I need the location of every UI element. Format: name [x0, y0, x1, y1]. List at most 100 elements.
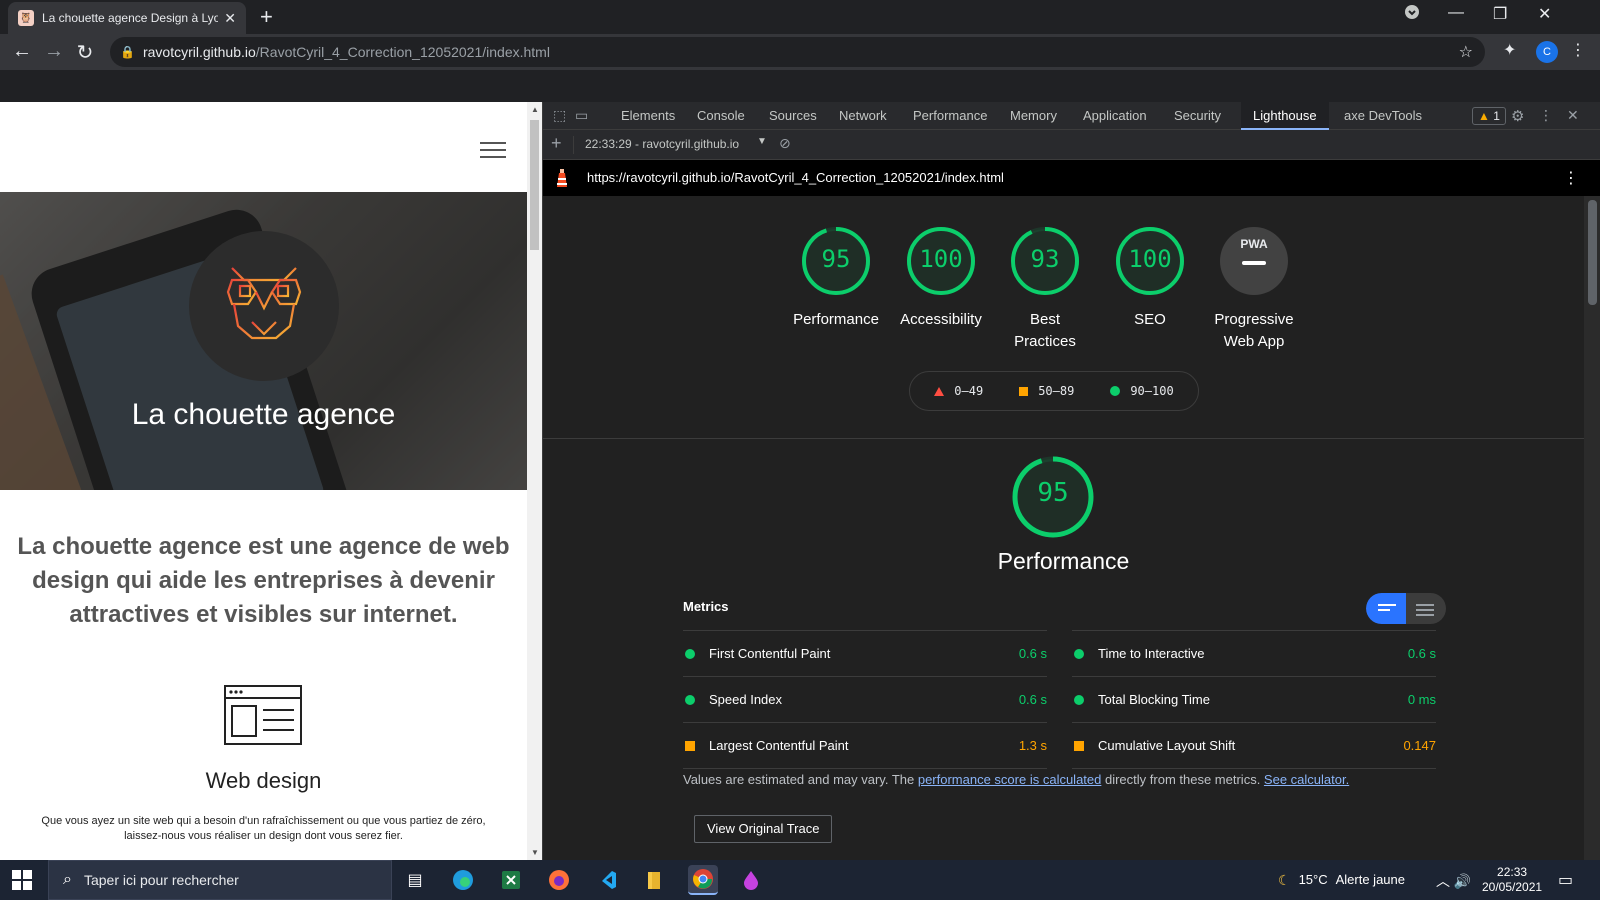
- minimize-button[interactable]: —: [1448, 4, 1464, 22]
- restore-button[interactable]: ❐: [1493, 4, 1507, 24]
- average-square-icon: [1019, 386, 1029, 396]
- metric-name: Largest Contentful Paint: [709, 738, 849, 753]
- metrics-view-toggle[interactable]: [1366, 593, 1446, 624]
- tab-close-icon[interactable]: ✕: [224, 10, 236, 27]
- chevron-down-icon[interactable]: ▼: [757, 136, 767, 147]
- metrics-column-right: Time to Interactive 0.6 s Total Blocking T…: [1072, 630, 1436, 769]
- excel-icon[interactable]: [496, 865, 526, 895]
- devtools-tab-application[interactable]: Application: [1071, 102, 1159, 130]
- metric-name: Time to Interactive: [1098, 646, 1205, 661]
- vscode-icon[interactable]: [592, 865, 622, 895]
- back-arrow-icon[interactable]: ←: [10, 40, 34, 63]
- report-url[interactable]: https://ravotcyril.github.io/RavotCyril_…: [587, 170, 1004, 185]
- report-menu-icon[interactable]: ⋮: [1563, 168, 1579, 188]
- clock-time: 22:33: [1497, 865, 1528, 879]
- report-selector[interactable]: 22:33:29 - ravotcyril.github.io: [585, 137, 739, 151]
- view-original-trace-button[interactable]: View Original Trace: [694, 815, 833, 843]
- new-tab-button[interactable]: +: [260, 4, 273, 30]
- profile-avatar[interactable]: C: [1536, 41, 1558, 63]
- tray-icons[interactable]: ︿ 🔊: [1436, 871, 1471, 891]
- url-path: /RavotCyril_4_Correction_12052021/index.…: [255, 44, 550, 60]
- score-label: SEO: [1134, 311, 1166, 328]
- settings-gear-icon[interactable]: ⚙: [1511, 107, 1524, 125]
- edge-icon[interactable]: [448, 865, 478, 895]
- firefox-icon[interactable]: [544, 865, 574, 895]
- report-scrollbar[interactable]: [1584, 196, 1600, 860]
- devtools-tab-sources[interactable]: Sources: [757, 102, 829, 130]
- devtools-tab-lighthouse[interactable]: Lighthouse: [1241, 102, 1329, 130]
- hero-title: La chouette agence: [131, 398, 396, 431]
- forward-arrow-icon[interactable]: →: [42, 40, 66, 63]
- score-gauge-progressive-web-app[interactable]: PWA Progressive Web App: [1199, 225, 1309, 353]
- new-report-icon[interactable]: +: [551, 133, 562, 154]
- tab-search-icon[interactable]: [1404, 4, 1420, 25]
- devtools-tab-axe-devtools[interactable]: axe DevTools: [1332, 102, 1434, 130]
- expanded-view-icon[interactable]: [1416, 604, 1434, 619]
- metric-row: Time to Interactive 0.6 s: [1072, 630, 1436, 676]
- weather-widget[interactable]: ☾ 15°C Alerte jaune: [1278, 872, 1405, 889]
- system-clock[interactable]: 22:33 20/05/2021: [1482, 865, 1542, 895]
- warnings-badge[interactable]: ▲ 1: [1472, 107, 1506, 125]
- lighthouse-report: 95 Performance 100 Accessibility 93 Best Prac…: [543, 196, 1584, 860]
- extensions-puzzle-icon[interactable]: ✦: [1503, 40, 1516, 60]
- score-gauge-performance[interactable]: 95 Performance: [781, 225, 891, 331]
- score-value: PWA: [1240, 237, 1268, 251]
- chrome-menu-icon[interactable]: ⋮: [1570, 40, 1586, 60]
- pass-circle-icon: [685, 695, 695, 705]
- page-scroll-thumb[interactable]: [530, 120, 539, 250]
- browser-toolbar: ← → ↻ 🔒 ravotcyril.github.io/RavotCyril_…: [0, 34, 1600, 70]
- inspect-element-icon[interactable]: ⬚: [553, 107, 566, 124]
- url-host: ravotcyril.github.io: [142, 44, 256, 60]
- score-gauge-accessibility[interactable]: 100 Accessibility: [886, 225, 996, 331]
- pass-circle-icon: [1074, 649, 1084, 659]
- metric-name: Total Blocking Time: [1098, 692, 1210, 707]
- devtools-tab-elements[interactable]: Elements: [609, 102, 687, 130]
- address-bar[interactable]: 🔒 ravotcyril.github.io/RavotCyril_4_Corr…: [110, 37, 1485, 67]
- bookmark-star-icon[interactable]: ☆: [1459, 42, 1473, 62]
- reload-icon[interactable]: ↻: [73, 40, 97, 65]
- score-gauge-best-practices[interactable]: 93 Best Practices: [990, 225, 1100, 353]
- pass-circle-icon: [1110, 386, 1121, 396]
- devtools-menu-icon[interactable]: ⋮: [1539, 107, 1553, 124]
- metric-row: First Contentful Paint 0.6 s: [683, 630, 1047, 676]
- clock-date: 20/05/2021: [1482, 880, 1543, 894]
- devtools-tab-security[interactable]: Security: [1162, 102, 1233, 130]
- metric-value: 0 ms: [1407, 692, 1436, 707]
- report-scroll-thumb[interactable]: [1588, 200, 1597, 305]
- window-close-button[interactable]: ✕: [1538, 4, 1551, 24]
- score-label: Performance: [793, 311, 879, 328]
- devtools-tab-network[interactable]: Network: [827, 102, 899, 130]
- devtools-close-icon[interactable]: ✕: [1567, 107, 1579, 124]
- warning-icon: ▲: [1478, 109, 1490, 123]
- page-viewport: La chouette agence La chouette agence es…: [0, 102, 527, 860]
- summary-view-icon[interactable]: [1378, 604, 1396, 614]
- notification-icon[interactable]: ▭: [1558, 870, 1573, 890]
- owl-logo: [189, 231, 339, 381]
- report-url-bar: https://ravotcyril.github.io/RavotCyril_…: [543, 160, 1600, 196]
- chrome-icon[interactable]: [688, 865, 718, 895]
- hamburger-menu-icon[interactable]: [480, 142, 506, 163]
- metric-value: 1.3 s: [1018, 738, 1047, 753]
- devtools-tab-console[interactable]: Console: [685, 102, 757, 130]
- values-note: Values are estimated and may vary. The p…: [683, 772, 1350, 787]
- lock-icon: 🔒: [120, 45, 135, 59]
- file-explorer-icon[interactable]: [640, 865, 670, 895]
- score-gauge-seo[interactable]: 100 SEO: [1095, 225, 1205, 331]
- warning-count: 1: [1493, 109, 1500, 123]
- clear-reports-icon[interactable]: ⊘: [779, 135, 791, 152]
- page-scrollbar[interactable]: ▲ ▼: [527, 102, 542, 860]
- app-drop-icon[interactable]: [736, 865, 766, 895]
- devtools-tab-memory[interactable]: Memory: [998, 102, 1069, 130]
- see-calculator-link[interactable]: See calculator.: [1264, 772, 1349, 787]
- scroll-down-icon[interactable]: ▼: [531, 848, 539, 857]
- scroll-up-icon[interactable]: ▲: [531, 105, 539, 114]
- score-calculated-link[interactable]: performance score is calculated: [918, 772, 1102, 787]
- tab-title: La chouette agence Design à Lyo: [42, 11, 219, 25]
- device-toolbar-icon[interactable]: ▭: [575, 107, 588, 124]
- task-view-icon[interactable]: ▤: [400, 865, 430, 895]
- windows-start-icon[interactable]: [12, 870, 32, 890]
- metric-row: Speed Index 0.6 s: [683, 676, 1047, 722]
- devtools-tab-performance[interactable]: Performance: [901, 102, 999, 130]
- browser-tab[interactable]: 🦉 La chouette agence Design à Lyo ✕: [8, 2, 246, 34]
- taskbar-search[interactable]: ⌕ Taper ici pour rechercher: [48, 860, 392, 900]
